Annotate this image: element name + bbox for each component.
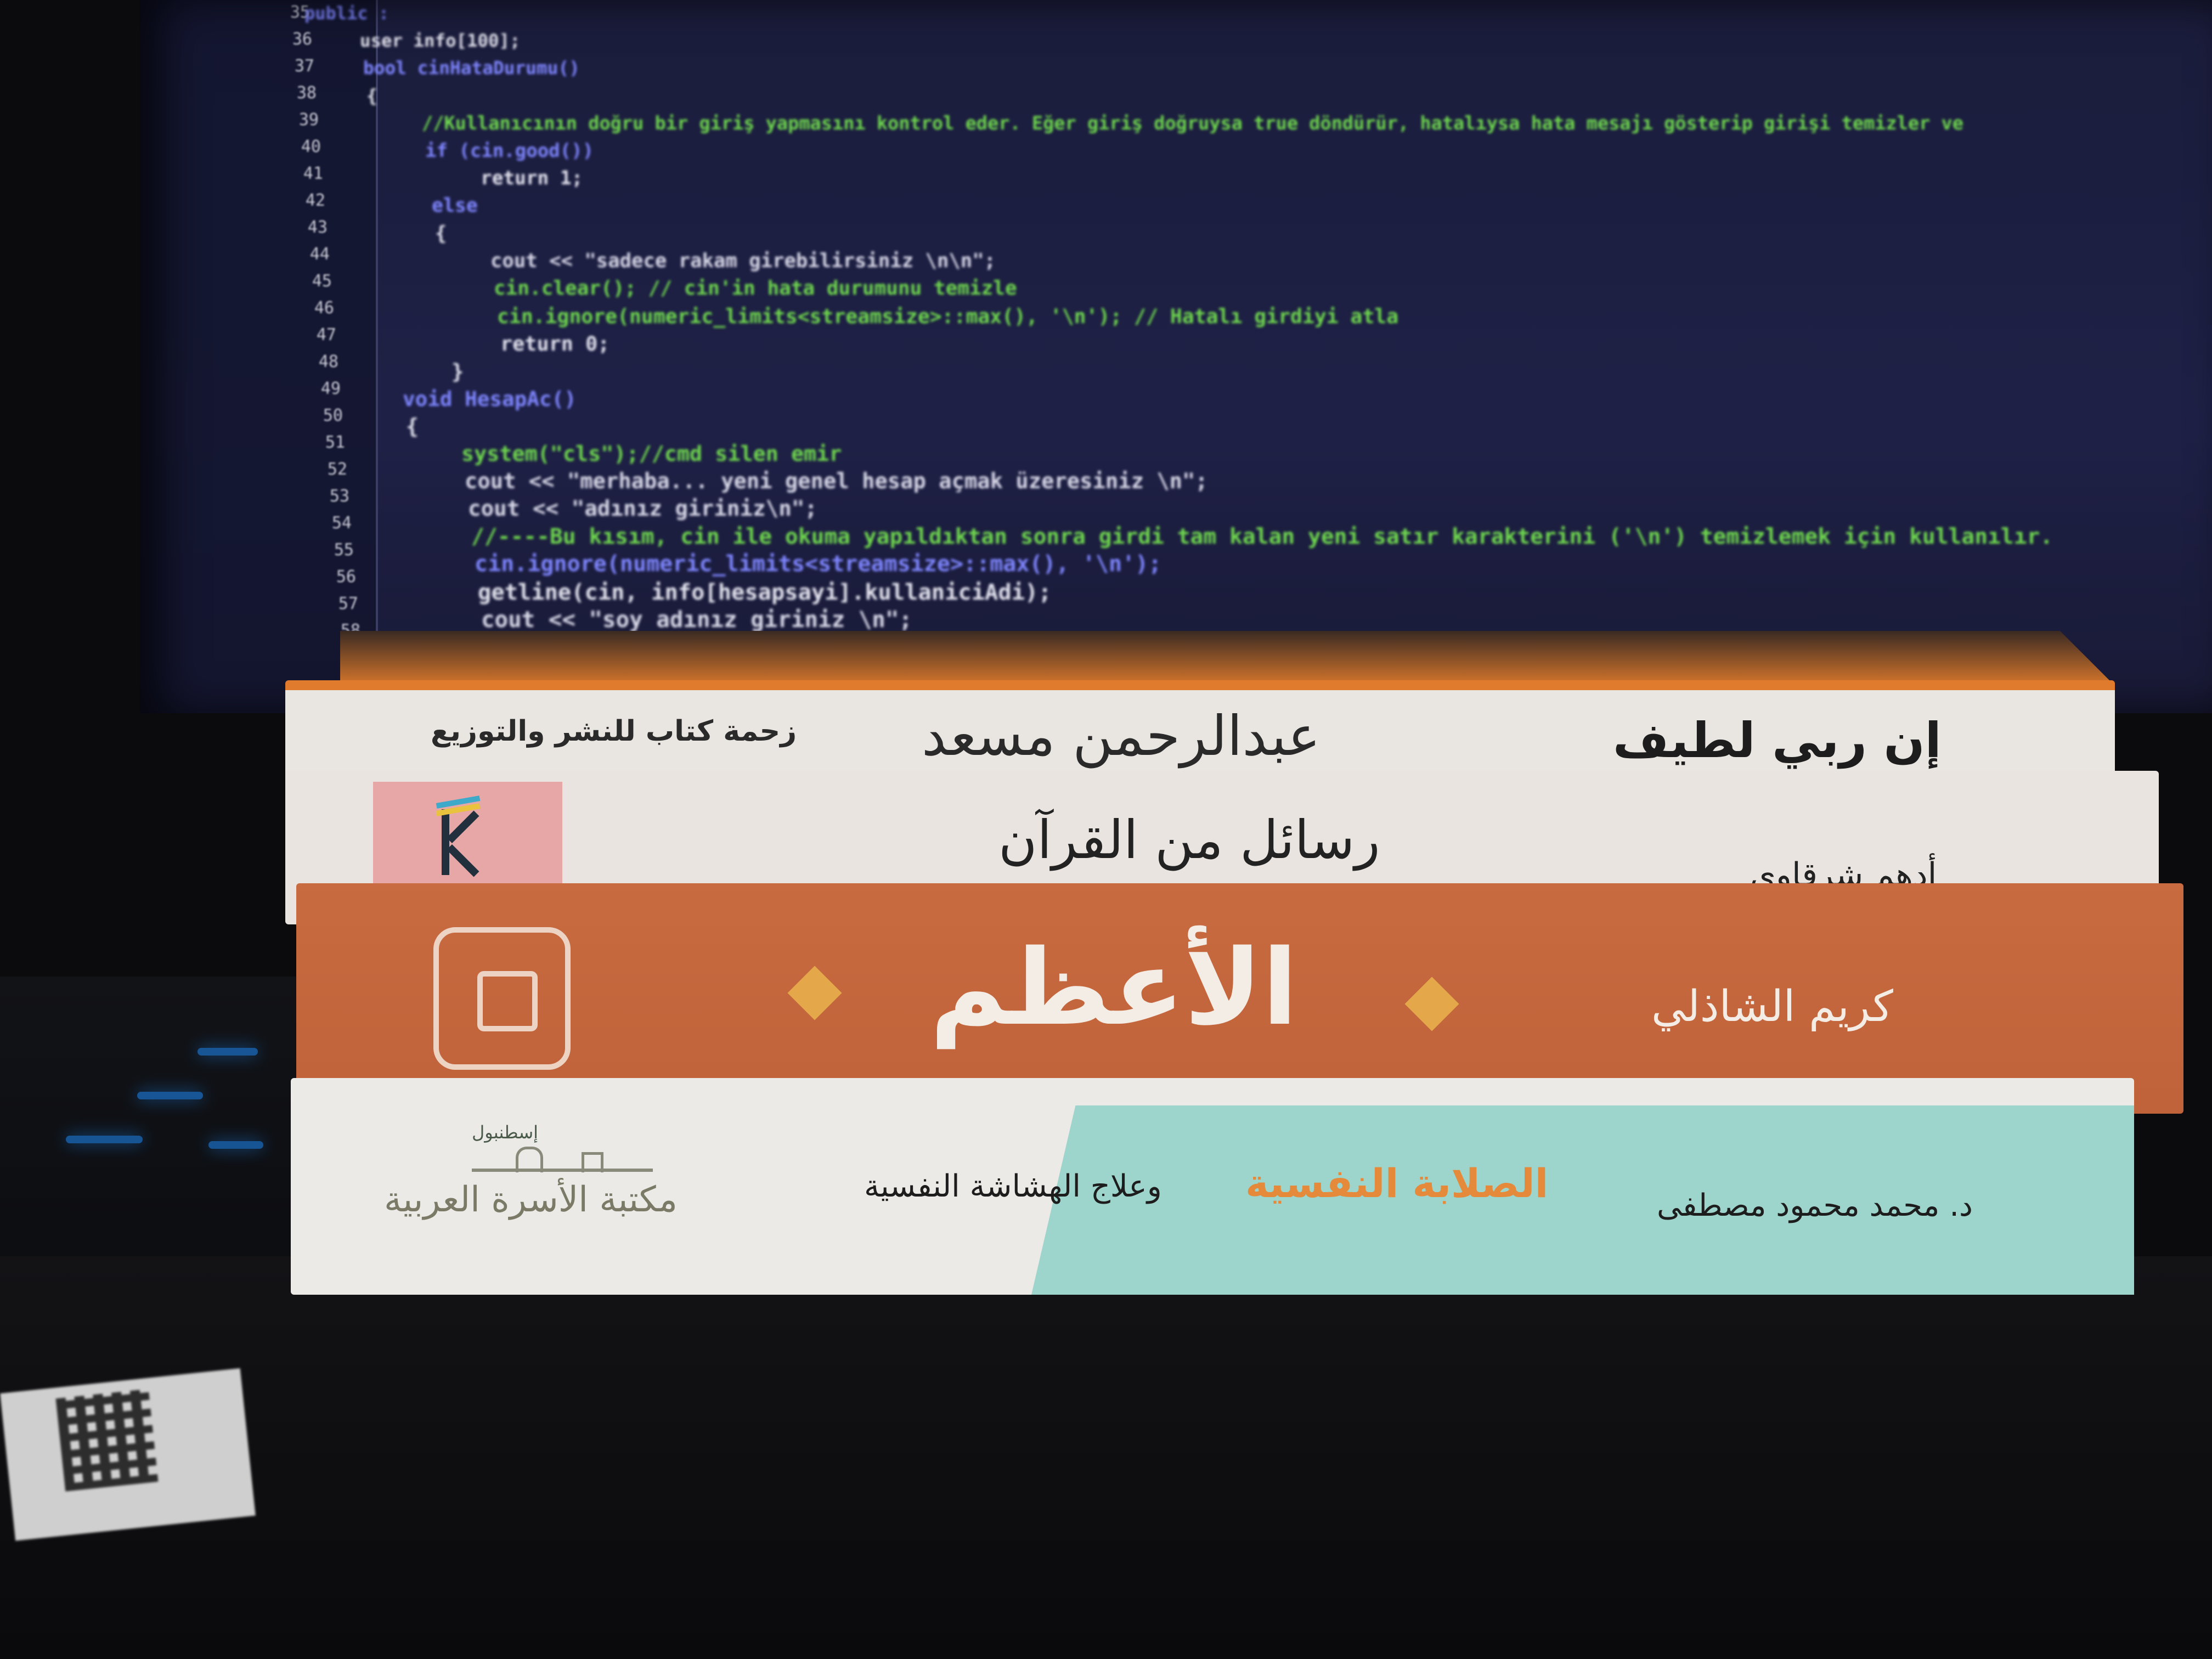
code-line: return 0;	[500, 332, 610, 356]
code-line: cin.ignore(numeric_limits<streamsize>::m…	[497, 304, 1399, 328]
book-2-publisher-panel	[373, 782, 562, 891]
diamond-ornament-icon	[787, 966, 842, 1020]
line-number: 42	[305, 191, 325, 210]
code-line: cout << "soy adınız giriniz \n";	[481, 606, 912, 633]
code-line: {	[435, 222, 447, 245]
book-4-spine: إسطنبول مكتبة الأسرة العربية وعلاج الهشا…	[291, 1078, 2134, 1295]
code-line: //----Bu kısım, cin ile okuma yapıldıkta…	[471, 524, 2053, 549]
diamond-ornament-icon	[1404, 977, 1459, 1031]
line-number: 35	[290, 3, 310, 22]
laptop-screen: 35 36 37 38 39 40 41 42 43 44 45 46 47 48 49 50 51 52 53 54…	[140, 0, 2212, 713]
code-line: {	[366, 85, 377, 106]
line-number: 49	[320, 379, 341, 398]
code-line: cout << "merhaba... yeni genel hesap açm…	[465, 469, 1208, 494]
code-line: user info[100];	[360, 30, 521, 51]
line-number: 41	[303, 164, 323, 183]
code-line: cout << "sadece rakam girebilirsiniz \n\…	[490, 250, 996, 272]
book-4-author: د. محمد محمود مصطفى	[1657, 1188, 1973, 1223]
line-number: 56	[336, 567, 356, 586]
line-number: 38	[296, 83, 317, 103]
code-line: {	[406, 414, 419, 438]
key-backlight	[208, 1141, 263, 1149]
line-number: 39	[298, 110, 319, 129]
editor-gutter: 35 36 37 38 39 40 41 42 43 44 45 46 47 48 49 50 51 52 53 54…	[140, 0, 378, 713]
book-3-author: كريم الشاذلي	[1651, 982, 1893, 1031]
book-1-publisher: زحمة كتاب للنشر والتوزيع	[431, 715, 797, 748]
line-number: 46	[314, 298, 334, 318]
book-2-title: رسائل من القرآن	[998, 809, 1380, 871]
code-line: cout << "adınız giriniz\n";	[468, 496, 818, 521]
code-line: cin.clear(); // cin'in hata durumunu tem…	[494, 277, 1017, 300]
qr-code-icon	[55, 1389, 159, 1492]
book-4-publisher: مكتبة الأسرة العربية	[384, 1180, 678, 1220]
line-number: 57	[338, 594, 358, 613]
book-4-publisher-tag: إسطنبول	[472, 1122, 539, 1143]
line-number: 40	[301, 137, 321, 156]
line-number: 43	[307, 218, 328, 237]
book-1-title: إن ربي لطيف	[1613, 712, 1942, 769]
line-number: 47	[316, 325, 336, 345]
book-3-title: الأعظم	[930, 927, 1298, 1048]
code-line: system("cls");//cmd silen emir	[461, 442, 842, 466]
book-4: إسطنبول مكتبة الأسرة العربية وعلاج الهشا…	[291, 1078, 2134, 1297]
key-backlight	[198, 1048, 258, 1056]
code-line: cin.ignore(numeric_limits<streamsize>::m…	[475, 551, 1162, 577]
book-4-title-rest: وعلاج الهشاشة النفسية	[864, 1169, 1162, 1204]
publisher-logo-icon	[436, 795, 491, 877]
key-backlight	[66, 1136, 143, 1143]
line-number: 50	[323, 406, 343, 425]
code-line: public :	[304, 3, 390, 24]
line-number: 53	[329, 487, 349, 506]
line-number: 36	[292, 30, 312, 49]
line-number: 37	[294, 57, 314, 76]
line-number: 48	[318, 352, 338, 371]
code-line: }	[452, 359, 464, 383]
code-line: //Kullanıcının doğru bir giriş yapmasını…	[422, 112, 1963, 134]
publisher-logo-icon	[433, 927, 571, 1070]
code-line: if (cin.good())	[425, 140, 594, 162]
qr-sticker	[0, 1368, 256, 1541]
code-line: void HesapAc()	[403, 387, 577, 411]
book-4-title-highlight: الصلابة النفسية	[1245, 1160, 1549, 1206]
line-number: 44	[309, 245, 330, 264]
code-line: bool cinHataDurumu()	[363, 58, 580, 78]
line-number: 51	[325, 433, 345, 452]
key-backlight	[137, 1092, 203, 1099]
code-line: else	[432, 195, 478, 217]
line-number: 45	[312, 272, 332, 291]
book-1-cover-top	[340, 631, 2115, 686]
line-number: 54	[331, 514, 352, 533]
line-number: 55	[334, 540, 354, 560]
line-number: 52	[327, 460, 347, 479]
photo-scene: 35 36 37 38 39 40 41 42 43 44 45 46 47 48 49 50 51 52 53 54…	[0, 0, 2212, 1659]
code-line: getline(cin, info[hesapsayi].kullaniciAd…	[478, 579, 1052, 605]
desk-surface	[0, 1256, 2212, 1659]
code-line: return 1;	[481, 167, 583, 189]
book-1-author: عبدالرحمن مسعد	[922, 704, 1321, 768]
